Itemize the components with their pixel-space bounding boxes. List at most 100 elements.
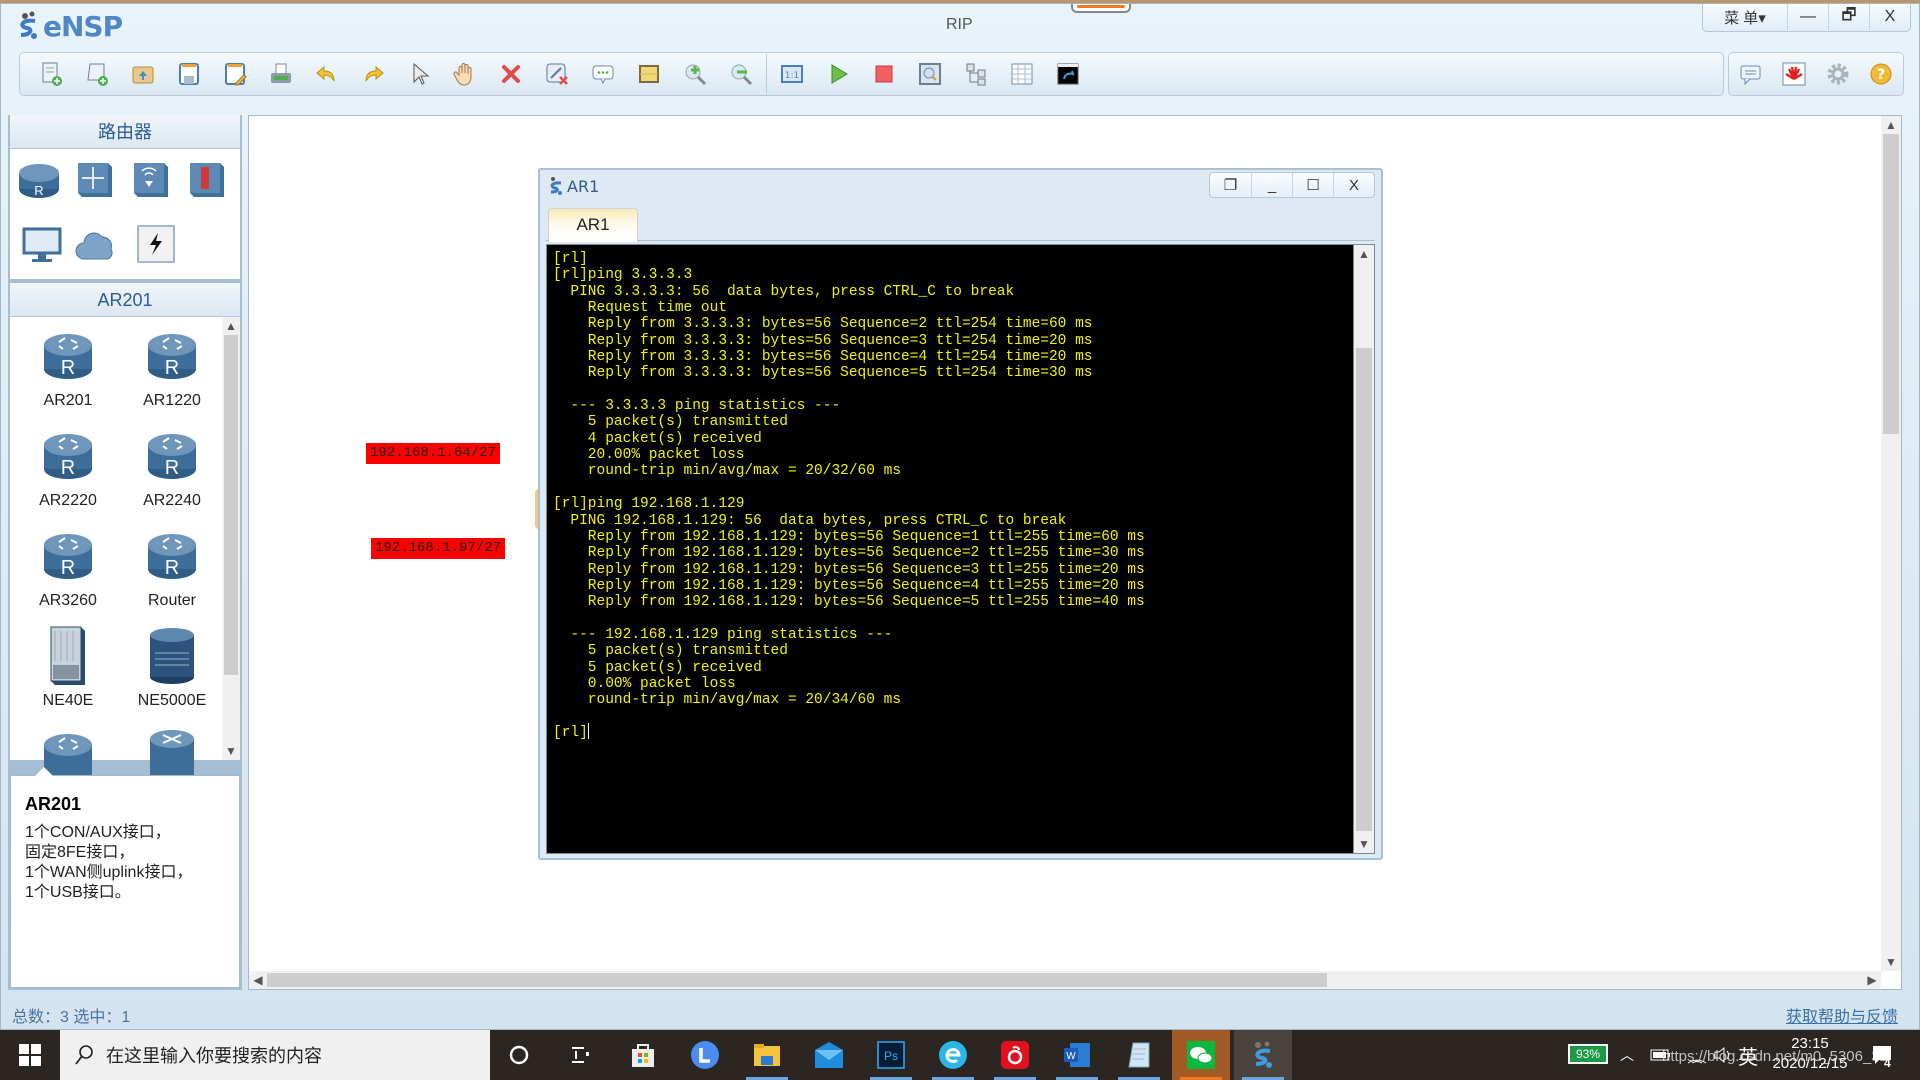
scrollbar-thumb[interactable] <box>224 335 238 675</box>
status-bar: 总数：3 选中：1 获取帮助与反馈 <box>0 995 1920 1030</box>
close-button[interactable]: X <box>1869 4 1910 30</box>
restore-button[interactable]: 🗗 <box>1828 4 1869 30</box>
start-button[interactable] <box>0 1030 60 1080</box>
scroll-up-arrow[interactable]: ▲ <box>1881 116 1901 134</box>
scroll-right-arrow[interactable]: ▶ <box>1863 971 1881 989</box>
pan-button[interactable] <box>442 54 488 94</box>
grid-button[interactable] <box>999 54 1045 94</box>
scroll-left-arrow[interactable]: ◀ <box>249 971 267 989</box>
settings-button[interactable] <box>1816 54 1860 94</box>
taskbar-search-box[interactable]: 在这里输入你要搜索的内容 <box>60 1030 490 1080</box>
undo-button[interactable] <box>304 54 350 94</box>
scroll-down-arrow[interactable]: ▼ <box>222 742 240 760</box>
device-item[interactable]: NE40E <box>18 625 118 710</box>
router-category-icon[interactable]: R <box>16 159 62 201</box>
scrollbar-thumb[interactable] <box>1883 134 1899 434</box>
pc-category-icon[interactable] <box>20 225 66 267</box>
actual-size-button[interactable]: 1:1 <box>769 54 815 94</box>
photoshop-button[interactable]: Ps <box>862 1030 920 1080</box>
device-item[interactable]: NE5000E <box>122 625 222 710</box>
palette-button[interactable] <box>626 54 672 94</box>
router-icon: R <box>148 534 196 579</box>
capture-button[interactable] <box>907 54 953 94</box>
redo-button[interactable] <box>350 54 396 94</box>
word-button[interactable]: W <box>1048 1030 1106 1080</box>
minimize-button[interactable]: — <box>1787 4 1828 30</box>
scroll-up-arrow[interactable]: ▲ <box>1354 245 1374 263</box>
lanxin-button[interactable] <box>676 1030 734 1080</box>
console-tabs: AR1 <box>546 204 1375 242</box>
save-as-button[interactable] <box>212 54 258 94</box>
store-button[interactable] <box>614 1030 672 1080</box>
notification-center-button[interactable]: 4 <box>1870 1030 1894 1080</box>
device-item[interactable]: R AR201 <box>18 325 118 410</box>
save-button[interactable] <box>166 54 212 94</box>
device-item[interactable]: R AR3260 <box>18 525 118 610</box>
help-button[interactable]: ? <box>1860 54 1904 94</box>
scroll-up-arrow[interactable]: ▲ <box>222 317 240 335</box>
device-series-header: AR201 <box>10 283 240 317</box>
photoshop-icon: Ps <box>877 1041 905 1069</box>
cloud-category-icon[interactable] <box>74 225 120 267</box>
canvas-horizontal-scrollbar[interactable]: ◀ ▶ <box>249 971 1881 989</box>
terminal-button[interactable] <box>1045 54 1091 94</box>
print-button[interactable] <box>258 54 304 94</box>
wechat-button[interactable] <box>1172 1030 1230 1080</box>
wlan-category-icon[interactable] <box>128 157 174 199</box>
console-restore-button[interactable]: ❐ <box>1210 173 1251 197</box>
message-button[interactable] <box>1729 54 1773 94</box>
tab-ar1[interactable]: AR1 <box>548 208 638 242</box>
help-feedback-link[interactable]: 获取帮助与反馈 <box>1786 1003 1898 1027</box>
scrollbar-thumb[interactable] <box>1356 348 1372 831</box>
zoom-in-button[interactable] <box>672 54 718 94</box>
scrollbar-thumb[interactable] <box>267 973 1327 987</box>
subnet-label[interactable]: 192.168.1.64/27 <box>366 443 501 464</box>
message-icon <box>1740 65 1761 86</box>
huawei-button[interactable] <box>1773 54 1817 94</box>
mail-button[interactable] <box>800 1030 858 1080</box>
device-list-scrollbar[interactable]: ▲ ▼ <box>222 317 240 760</box>
battery-indicator[interactable]: 93% <box>1568 1044 1608 1064</box>
console-title[interactable]: AR1 <box>548 176 599 196</box>
text-note-button[interactable] <box>580 54 626 94</box>
start-devices-button[interactable] <box>815 54 861 94</box>
firewall-category-icon[interactable] <box>184 157 230 199</box>
console-maximize-button[interactable]: ☐ <box>1292 173 1333 197</box>
menu-button[interactable]: 菜 单▾ <box>1703 4 1787 30</box>
terminal-line: Reply from 3.3.3.3: bytes=56 Sequence=4 … <box>553 349 1093 366</box>
topology-button[interactable] <box>953 54 999 94</box>
search-icon <box>75 1045 93 1065</box>
ensp-taskbar-button[interactable] <box>1234 1030 1292 1080</box>
scroll-down-arrow[interactable]: ▼ <box>1881 953 1901 971</box>
canvas-vertical-scrollbar[interactable]: ▲ ▼ <box>1881 116 1901 971</box>
terminal-line: Reply from 192.168.1.129: bytes=56 Seque… <box>553 561 1145 578</box>
console-close-button[interactable]: X <box>1333 173 1374 197</box>
scroll-down-arrow[interactable]: ▼ <box>1354 835 1374 853</box>
new-script-button[interactable] <box>74 54 120 94</box>
zoom-out-button[interactable] <box>718 54 764 94</box>
device-item[interactable]: R Router <box>122 525 222 610</box>
terminal-scrollbar[interactable]: ▲ ▼ <box>1353 245 1374 853</box>
delete-link-button[interactable] <box>534 54 580 94</box>
terminal-output[interactable]: [rl] [rl]ping 3.3.3.3 PING 3.3.3.3: 56 da… <box>546 244 1375 854</box>
tray-overflow-button[interactable]: ︿ <box>1620 1030 1634 1080</box>
stop-devices-button[interactable] <box>861 54 907 94</box>
netease-music-button[interactable] <box>986 1030 1044 1080</box>
device-item[interactable]: R AR1220 <box>122 325 222 410</box>
new-topology-button[interactable] <box>28 54 74 94</box>
device-item[interactable]: R AR2220 <box>18 425 118 510</box>
delete-button[interactable] <box>488 54 534 94</box>
console-minimize-button[interactable]: _ <box>1251 173 1292 197</box>
select-button[interactable] <box>396 54 442 94</box>
cortana-button[interactable] <box>490 1030 548 1080</box>
device-item[interactable]: R AR2240 <box>122 425 222 510</box>
notepad-button[interactable] <box>1110 1030 1168 1080</box>
task-view-button[interactable] <box>551 1030 609 1080</box>
browser-button[interactable] <box>924 1030 982 1080</box>
project-title: RIP <box>946 16 973 33</box>
subnet-label[interactable]: 192.168.1.97/27 <box>371 538 506 559</box>
link-category-icon[interactable] <box>134 223 180 265</box>
file-explorer-button[interactable] <box>738 1030 796 1080</box>
switch-category-icon[interactable] <box>72 157 118 199</box>
open-button[interactable] <box>120 54 166 94</box>
